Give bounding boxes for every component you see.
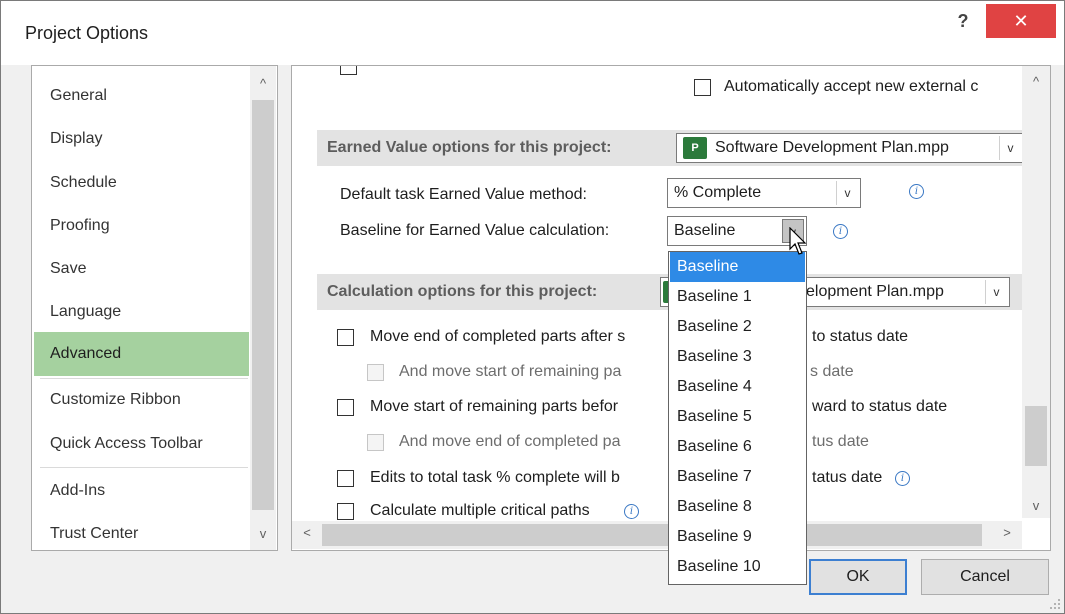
dropdown-item-baseline-4[interactable]: Baseline 4 bbox=[670, 372, 805, 402]
close-button[interactable]: ✕ bbox=[986, 4, 1056, 38]
nav-separator bbox=[40, 467, 248, 468]
nav-item-quick-access-toolbar[interactable]: Quick Access Toolbar bbox=[34, 422, 249, 466]
dropdown-item-baseline-7[interactable]: Baseline 7 bbox=[670, 462, 805, 492]
ev-baseline-value: Baseline bbox=[674, 222, 736, 239]
nav-scroll-thumb[interactable] bbox=[252, 100, 274, 510]
nav-item-add-ins[interactable]: Add-Ins bbox=[34, 469, 249, 513]
content-hscroll-thumb[interactable] bbox=[322, 524, 982, 546]
content-horizontal-scrollbar[interactable]: < > bbox=[292, 521, 1022, 549]
option-label-tail: tus date bbox=[812, 433, 869, 450]
scroll-right-arrow-icon[interactable]: > bbox=[996, 525, 1018, 545]
options-nav: General Display Schedule Proofing Save L… bbox=[31, 65, 278, 551]
calculation-section-label: Calculation options for this project: bbox=[327, 283, 598, 300]
dropdown-item-baseline-6[interactable]: Baseline 6 bbox=[670, 432, 805, 462]
calculation-project-value: elopment Plan.mpp bbox=[806, 283, 944, 300]
earned-value-section-label: Earned Value options for this project: bbox=[327, 139, 612, 156]
nav-item-save[interactable]: Save bbox=[34, 247, 249, 291]
info-icon: i bbox=[624, 504, 639, 519]
option-label: Move start of remaining parts befor bbox=[370, 398, 619, 415]
nav-item-language[interactable]: Language bbox=[34, 290, 249, 334]
nav-item-display[interactable]: Display bbox=[34, 117, 249, 161]
earned-value-project-select[interactable]: P Software Development Plan.mpp v bbox=[676, 133, 1024, 163]
title-bar: Project Options ? ✕ bbox=[1, 1, 1064, 65]
project-file-icon: P bbox=[683, 137, 707, 159]
nav-item-customize-ribbon[interactable]: Customize Ribbon bbox=[34, 378, 249, 422]
nav-item-advanced[interactable]: Advanced bbox=[34, 332, 249, 376]
info-icon: i bbox=[909, 184, 924, 199]
option-checkbox-disabled[interactable] bbox=[367, 434, 384, 451]
option-label: Edits to total task % complete will b bbox=[370, 469, 620, 486]
option-label: Calculate multiple critical paths bbox=[370, 502, 590, 519]
help-button[interactable]: ? bbox=[951, 11, 975, 35]
content-scroll-thumb[interactable] bbox=[1025, 406, 1047, 466]
scroll-up-arrow-icon[interactable]: ^ bbox=[252, 76, 274, 96]
dropdown-item-baseline-9[interactable]: Baseline 9 bbox=[670, 522, 805, 552]
chevron-down-icon[interactable]: v bbox=[999, 136, 1021, 160]
option-label-tail: s date bbox=[810, 363, 854, 380]
dialog-title: Project Options bbox=[25, 23, 149, 43]
option-checkbox[interactable] bbox=[337, 470, 354, 487]
option-label-tail: to status date bbox=[812, 328, 909, 345]
dropdown-item-baseline-8[interactable]: Baseline 8 bbox=[670, 492, 805, 522]
partial-checkbox[interactable] bbox=[340, 66, 357, 75]
nav-item-general[interactable]: General bbox=[34, 74, 249, 118]
option-label-tail: ward to status date bbox=[812, 398, 948, 415]
resize-grip-icon[interactable] bbox=[1046, 595, 1062, 611]
option-checkbox[interactable] bbox=[337, 329, 354, 346]
dropdown-item-baseline-5[interactable]: Baseline 5 bbox=[670, 402, 805, 432]
scroll-down-arrow-icon[interactable]: v bbox=[1025, 498, 1047, 518]
nav-item-proofing[interactable]: Proofing bbox=[34, 204, 249, 248]
auto-accept-label: Automatically accept new external c bbox=[724, 78, 979, 95]
option-label: Move end of completed parts after s bbox=[370, 328, 626, 345]
dropdown-item-baseline-3[interactable]: Baseline 3 bbox=[670, 342, 805, 372]
scroll-left-arrow-icon[interactable]: < bbox=[296, 525, 318, 545]
content-vertical-scrollbar[interactable]: ^ v bbox=[1022, 66, 1050, 518]
option-checkbox-disabled[interactable] bbox=[367, 364, 384, 381]
nav-scrollbar[interactable]: ^ v bbox=[250, 66, 276, 550]
ev-baseline-label: Baseline for Earned Value calculation: bbox=[340, 222, 610, 239]
ev-baseline-select[interactable]: Baseline v bbox=[667, 216, 807, 246]
dropdown-item-baseline-1[interactable]: Baseline 1 bbox=[670, 282, 805, 312]
ok-button[interactable]: OK bbox=[809, 559, 907, 595]
nav-item-trust-center[interactable]: Trust Center bbox=[34, 512, 249, 556]
chevron-down-icon[interactable]: v bbox=[836, 181, 858, 205]
nav-item-schedule[interactable]: Schedule bbox=[34, 161, 249, 205]
baseline-dropdown-list: Baseline Baseline 1 Baseline 2 Baseline … bbox=[668, 251, 807, 585]
auto-accept-checkbox[interactable] bbox=[694, 79, 711, 96]
option-checkbox[interactable] bbox=[337, 503, 354, 520]
dropdown-item-baseline-10[interactable]: Baseline 10 bbox=[670, 552, 805, 582]
dropdown-item-baseline[interactable]: Baseline bbox=[670, 252, 805, 282]
info-icon: i bbox=[833, 224, 848, 239]
option-label-tail: tatus date bbox=[812, 469, 883, 486]
scroll-down-arrow-icon[interactable]: v bbox=[252, 526, 274, 546]
mouse-cursor-icon bbox=[789, 227, 807, 255]
dropdown-item-baseline-2[interactable]: Baseline 2 bbox=[670, 312, 805, 342]
ev-method-value: % Complete bbox=[674, 184, 762, 201]
ev-method-select[interactable]: % Complete v bbox=[667, 178, 861, 208]
cancel-button[interactable]: Cancel bbox=[921, 559, 1049, 595]
earned-value-project-value: Software Development Plan.mpp bbox=[715, 139, 949, 156]
project-options-dialog: Project Options ? ✕ General Display Sche… bbox=[0, 0, 1065, 614]
ev-method-label: Default task Earned Value method: bbox=[340, 186, 587, 203]
option-checkbox[interactable] bbox=[337, 399, 354, 416]
chevron-down-icon[interactable]: v bbox=[985, 280, 1007, 304]
scroll-up-arrow-icon[interactable]: ^ bbox=[1025, 74, 1047, 94]
option-label: And move end of completed pa bbox=[399, 433, 621, 450]
info-icon: i bbox=[895, 471, 910, 486]
option-label: And move start of remaining pa bbox=[399, 363, 622, 380]
